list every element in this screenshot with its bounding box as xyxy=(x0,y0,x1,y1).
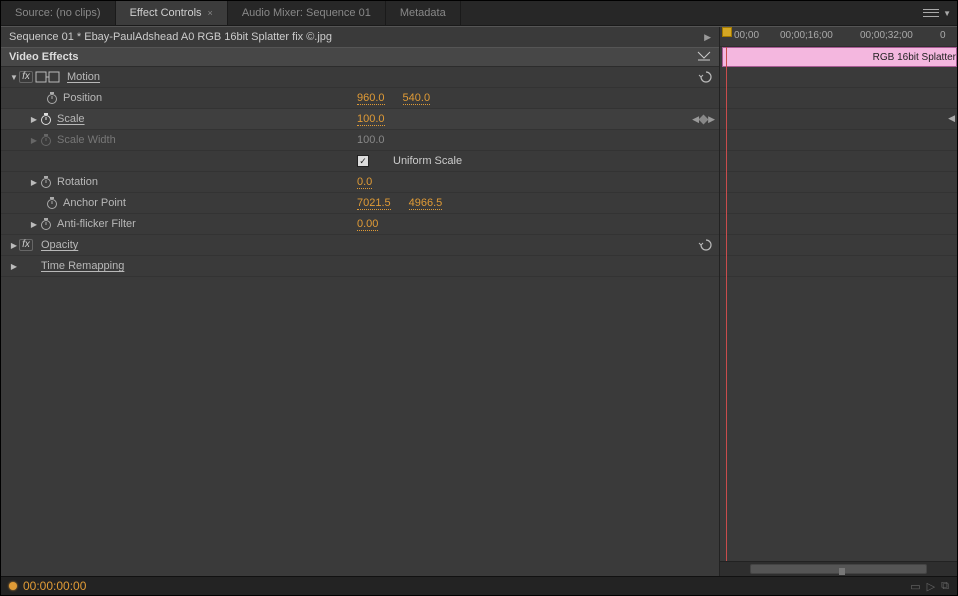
scale-width-row: Scale Width 100.0 xyxy=(1,130,719,151)
disclosure-triangle-icon[interactable] xyxy=(9,241,19,250)
chevron-down-icon[interactable]: ▼ xyxy=(943,9,951,18)
timeline-scrollbar[interactable] xyxy=(720,561,957,576)
clip-bar[interactable]: RGB 16bit Splatter xyxy=(722,47,957,67)
motion-effect-row[interactable]: fx Motion xyxy=(1,67,719,88)
disclosure-triangle-icon[interactable] xyxy=(29,220,39,229)
opacity-effect-row[interactable]: fx Opacity xyxy=(1,235,719,256)
motion-label: Motion xyxy=(67,71,100,83)
tab-audio-mixer-label: Audio Mixer: Sequence 01 xyxy=(242,7,371,19)
ruler-tick: 00;00 xyxy=(734,30,759,41)
footer-control-icon[interactable]: ⧉ xyxy=(941,580,949,593)
playhead-indicator-icon xyxy=(9,582,17,590)
scale-width-label: Scale Width xyxy=(57,134,116,146)
time-ruler[interactable]: 00;00 00;00;16;00 00;00;32;00 0 xyxy=(720,27,957,47)
stopwatch-icon[interactable] xyxy=(45,196,59,210)
timeline-body[interactable]: RGB 16bit Splatter ◀ xyxy=(720,47,957,561)
video-effects-label: Video Effects xyxy=(9,51,79,63)
keyframe-nav[interactable]: ◀ ▶ xyxy=(692,114,715,125)
next-keyframe-icon[interactable]: ▶ xyxy=(708,114,715,125)
effect-controls-panel: Source: (no clips) Effect Controls × Aud… xyxy=(0,0,958,596)
tab-effect-controls[interactable]: Effect Controls × xyxy=(116,1,228,25)
footer-control-icon[interactable]: ▭ xyxy=(910,580,920,593)
anchor-y-value[interactable]: 4966.5 xyxy=(409,197,443,210)
opacity-label: Opacity xyxy=(41,239,78,251)
fx-badge-icon[interactable]: fx xyxy=(19,239,33,251)
motion-transform-icon[interactable] xyxy=(35,70,61,84)
current-timecode[interactable]: 00:00:00:00 xyxy=(23,579,86,593)
tab-source-label: Source: (no clips) xyxy=(15,7,101,19)
disclosure-triangle-icon[interactable] xyxy=(9,262,19,271)
disclosure-triangle-icon[interactable] xyxy=(9,73,19,82)
time-remapping-row[interactable]: Time Remapping xyxy=(1,256,719,277)
scale-width-value: 100.0 xyxy=(357,134,385,146)
playhead-line[interactable] xyxy=(726,47,727,561)
position-x-value[interactable]: 960.0 xyxy=(357,92,385,105)
ruler-tick: 0 xyxy=(940,30,946,41)
playhead-icon[interactable] xyxy=(722,27,732,37)
uniform-scale-label: Uniform Scale xyxy=(393,155,462,167)
panel-menu-icon[interactable] xyxy=(923,6,939,20)
position-row: Position 960.0 540.0 xyxy=(1,88,719,109)
chevron-right-icon[interactable]: ▶ xyxy=(704,32,711,43)
footer-control-icon[interactable]: ▷ xyxy=(927,580,935,593)
anchor-point-label: Anchor Point xyxy=(63,197,126,209)
tab-bar: Source: (no clips) Effect Controls × Aud… xyxy=(1,1,957,26)
disclosure-triangle-icon[interactable] xyxy=(29,115,39,124)
tab-audio-mixer[interactable]: Audio Mixer: Sequence 01 xyxy=(228,1,386,25)
antiflicker-label: Anti-flicker Filter xyxy=(57,218,136,230)
stopwatch-icon[interactable] xyxy=(39,112,53,126)
stopwatch-icon[interactable] xyxy=(39,217,53,231)
clip-title: Sequence 01 * Ebay-PaulAdshead A0 RGB 16… xyxy=(9,31,332,43)
fx-badge-icon[interactable]: fx xyxy=(19,71,33,83)
scale-label: Scale xyxy=(57,113,85,125)
disclosure-triangle-icon xyxy=(29,136,39,145)
scale-value[interactable]: 100.0 xyxy=(357,113,385,126)
clip-bar-label: RGB 16bit Splatter xyxy=(873,52,956,63)
antiflicker-value[interactable]: 0.00 xyxy=(357,218,378,231)
time-remapping-label: Time Remapping xyxy=(41,260,124,272)
reset-icon[interactable] xyxy=(697,238,715,252)
empty-area xyxy=(1,277,719,576)
footer-bar: 00:00:00:00 ▭ ▷ ⧉ xyxy=(1,576,957,595)
chevron-left-icon[interactable]: ◀ xyxy=(948,113,955,124)
position-y-value[interactable]: 540.0 xyxy=(403,92,431,105)
tab-metadata-label: Metadata xyxy=(400,7,446,19)
properties-panel: Sequence 01 * Ebay-PaulAdshead A0 RGB 16… xyxy=(1,27,719,576)
stopwatch-icon xyxy=(39,133,53,147)
timeline-panel: 00;00 00;00;16;00 00;00;32;00 0 RGB 16bi… xyxy=(719,27,957,576)
add-keyframe-icon[interactable] xyxy=(699,114,709,124)
tab-metadata[interactable]: Metadata xyxy=(386,1,461,25)
anchor-x-value[interactable]: 7021.5 xyxy=(357,197,391,210)
collapse-icon[interactable] xyxy=(697,51,711,64)
stopwatch-icon[interactable] xyxy=(45,91,59,105)
uniform-scale-row: ✓ Uniform Scale xyxy=(1,151,719,172)
clip-title-row: Sequence 01 * Ebay-PaulAdshead A0 RGB 16… xyxy=(1,27,719,47)
video-effects-header[interactable]: Video Effects xyxy=(1,47,719,67)
main-area: Sequence 01 * Ebay-PaulAdshead A0 RGB 16… xyxy=(1,26,957,576)
tab-effect-controls-label: Effect Controls xyxy=(130,7,202,19)
uniform-scale-checkbox[interactable]: ✓ xyxy=(357,155,369,167)
antiflicker-row: Anti-flicker Filter 0.00 xyxy=(1,214,719,235)
tab-source[interactable]: Source: (no clips) xyxy=(1,1,116,25)
rotation-row: Rotation 0.0 xyxy=(1,172,719,193)
reset-icon[interactable] xyxy=(697,70,715,84)
stopwatch-icon[interactable] xyxy=(39,175,53,189)
ruler-tick: 00;00;16;00 xyxy=(780,30,833,41)
close-icon[interactable]: × xyxy=(208,8,213,18)
position-label: Position xyxy=(63,92,102,104)
rotation-value[interactable]: 0.0 xyxy=(357,176,372,189)
anchor-point-row: Anchor Point 7021.5 4966.5 xyxy=(1,193,719,214)
ruler-tick: 00;00;32;00 xyxy=(860,30,913,41)
rotation-label: Rotation xyxy=(57,176,98,188)
scale-row: Scale 100.0 ◀ ▶ xyxy=(1,109,719,130)
scrollbar-thumb[interactable] xyxy=(750,564,927,574)
disclosure-triangle-icon[interactable] xyxy=(29,178,39,187)
